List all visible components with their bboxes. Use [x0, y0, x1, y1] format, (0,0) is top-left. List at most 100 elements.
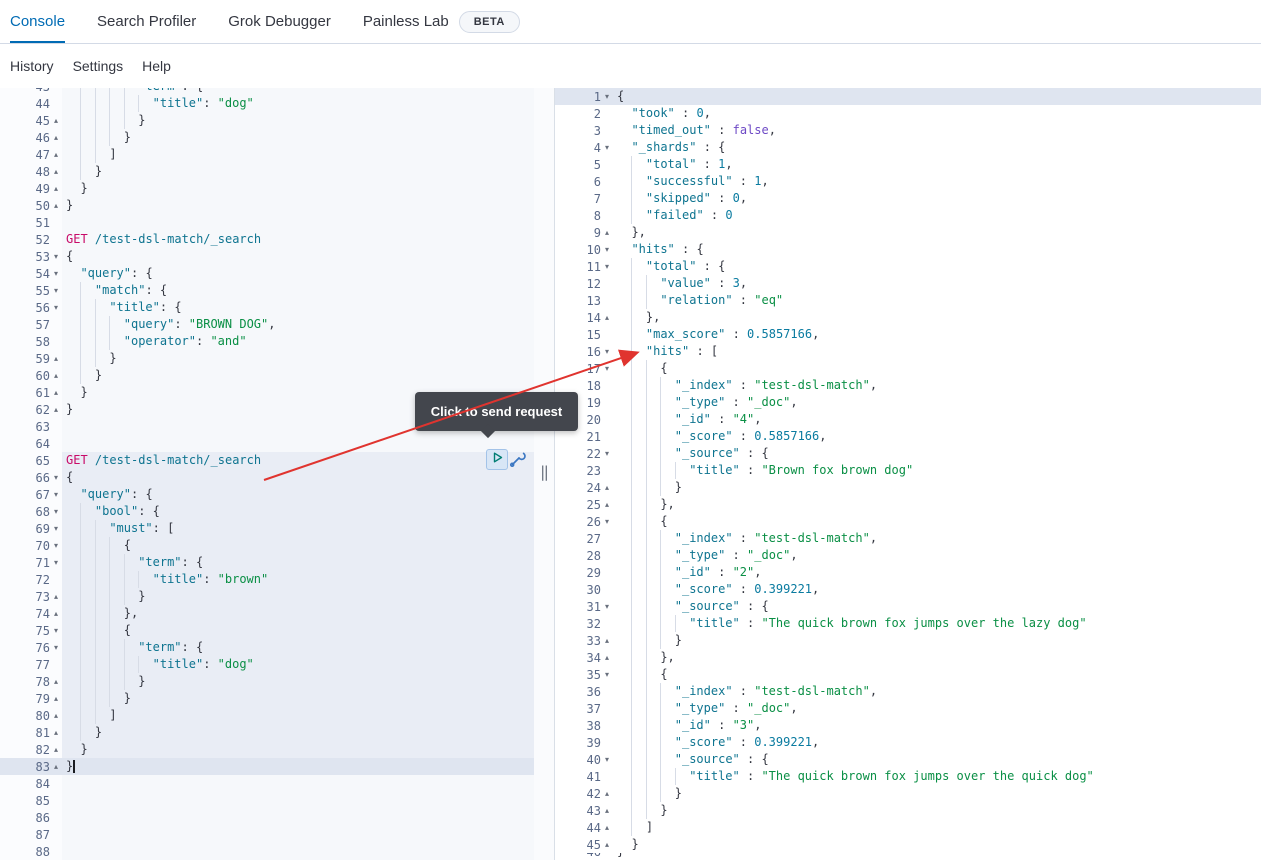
fold-open-icon[interactable]: ▾ [601, 88, 613, 105]
editor-line[interactable]: 67▾"query": { [0, 486, 554, 503]
response-line[interactable]: 3"timed_out" : false, [555, 122, 1261, 139]
editor-line[interactable]: 84 [0, 775, 554, 792]
response-line[interactable]: 4▾"_shards" : { [555, 139, 1261, 156]
fold-open-icon[interactable]: ▾ [601, 360, 613, 377]
editor-line[interactable]: 73▴} [0, 588, 554, 605]
editor-line[interactable]: 49▴} [0, 180, 554, 197]
fold-close-icon[interactable]: ▴ [50, 758, 62, 775]
fold-close-icon[interactable]: ▴ [601, 785, 613, 802]
editor-line[interactable]: 58"operator": "and" [0, 333, 554, 350]
editor-line[interactable]: 53▾{ [0, 248, 554, 265]
response-line[interactable]: 11▾"total" : { [555, 258, 1261, 275]
response-line[interactable]: 26▾{ [555, 513, 1261, 530]
fold-close-icon[interactable]: ▴ [50, 724, 62, 741]
send-request-button[interactable] [486, 449, 508, 470]
response-line[interactable]: 32"title" : "The quick brown fox jumps o… [555, 615, 1261, 632]
editor-line[interactable]: 65GET /test-dsl-match/_search [0, 452, 554, 469]
editor-line[interactable]: 86 [0, 809, 554, 826]
fold-open-icon[interactable]: ▾ [50, 299, 62, 316]
editor-line[interactable]: 78▴} [0, 673, 554, 690]
fold-close-icon[interactable]: ▴ [50, 673, 62, 690]
editor-line[interactable]: 44"title": "dog" [0, 95, 554, 112]
response-line[interactable]: 46} [555, 853, 1261, 860]
editor-line[interactable]: 79▴} [0, 690, 554, 707]
fold-open-icon[interactable]: ▾ [601, 343, 613, 360]
response-line[interactable]: 28"_type" : "_doc", [555, 547, 1261, 564]
editor-line[interactable]: 72"title": "brown" [0, 571, 554, 588]
fold-close-icon[interactable]: ▴ [50, 707, 62, 724]
response-line[interactable]: 17▾{ [555, 360, 1261, 377]
fold-close-icon[interactable]: ▴ [601, 649, 613, 666]
response-line[interactable]: 14▴}, [555, 309, 1261, 326]
editor-line[interactable]: 66▾{ [0, 469, 554, 486]
editor-line[interactable]: 85 [0, 792, 554, 809]
editor-line[interactable]: 52GET /test-dsl-match/_search [0, 231, 554, 248]
editor-line[interactable]: 83▴} [0, 758, 554, 775]
response-line[interactable]: 12"value" : 3, [555, 275, 1261, 292]
fold-close-icon[interactable]: ▴ [601, 479, 613, 496]
request-editor[interactable]: 43"term": { 44"title": "dog"45▴}46▴}47▴]… [0, 88, 555, 860]
fold-open-icon[interactable]: ▾ [601, 445, 613, 462]
editor-line[interactable]: 60▴} [0, 367, 554, 384]
editor-line[interactable]: 76▾"term": { [0, 639, 554, 656]
fold-open-icon[interactable]: ▾ [50, 248, 62, 265]
fold-close-icon[interactable]: ▴ [601, 836, 613, 853]
response-line[interactable]: 38"_id" : "3", [555, 717, 1261, 734]
response-line[interactable]: 24▴} [555, 479, 1261, 496]
editor-line[interactable]: 75▾{ [0, 622, 554, 639]
response-line[interactable]: 7"skipped" : 0, [555, 190, 1261, 207]
response-line[interactable]: 8"failed" : 0 [555, 207, 1261, 224]
fold-open-icon[interactable]: ▾ [50, 486, 62, 503]
editor-line[interactable]: 46▴} [0, 129, 554, 146]
fold-open-icon[interactable]: ▾ [50, 503, 62, 520]
fold-open-icon[interactable]: ▾ [601, 666, 613, 683]
editor-line[interactable]: 48▴} [0, 163, 554, 180]
editor-line[interactable]: 47▴] [0, 146, 554, 163]
menu-help[interactable]: Help [142, 58, 171, 74]
fold-close-icon[interactable]: ▴ [50, 401, 62, 418]
response-line[interactable]: 1▾{ [555, 88, 1261, 105]
response-line[interactable]: 15"max_score" : 0.5857166, [555, 326, 1261, 343]
fold-close-icon[interactable]: ▴ [601, 632, 613, 649]
fold-close-icon[interactable]: ▴ [50, 588, 62, 605]
response-line[interactable]: 42▴} [555, 785, 1261, 802]
fold-close-icon[interactable]: ▴ [50, 129, 62, 146]
fold-close-icon[interactable]: ▴ [50, 741, 62, 758]
fold-close-icon[interactable]: ▴ [50, 367, 62, 384]
fold-open-icon[interactable]: ▾ [50, 639, 62, 656]
fold-open-icon[interactable]: ▾ [50, 469, 62, 486]
tab-grok-debugger[interactable]: Grok Debugger [228, 0, 331, 43]
fold-close-icon[interactable]: ▴ [50, 384, 62, 401]
response-line[interactable]: 19"_type" : "_doc", [555, 394, 1261, 411]
response-line[interactable]: 43▴} [555, 802, 1261, 819]
fold-close-icon[interactable]: ▴ [601, 224, 613, 241]
fold-open-icon[interactable]: ▾ [50, 537, 62, 554]
response-line[interactable]: 25▴}, [555, 496, 1261, 513]
editor-line[interactable]: 88 [0, 843, 554, 860]
fold-open-icon[interactable]: ▾ [50, 282, 62, 299]
fold-open-icon[interactable]: ▾ [50, 554, 62, 571]
response-line[interactable]: 41"title" : "The quick brown fox jumps o… [555, 768, 1261, 785]
response-line[interactable]: 40▾"_source" : { [555, 751, 1261, 768]
fold-open-icon[interactable]: ▾ [601, 751, 613, 768]
response-line[interactable]: 21"_score" : 0.5857166, [555, 428, 1261, 445]
fold-open-icon[interactable]: ▾ [601, 598, 613, 615]
editor-line[interactable]: 68▾"bool": { [0, 503, 554, 520]
fold-close-icon[interactable]: ▴ [601, 496, 613, 513]
response-line[interactable]: 33▴} [555, 632, 1261, 649]
fold-close-icon[interactable]: ▴ [50, 605, 62, 622]
fold-close-icon[interactable]: ▴ [50, 163, 62, 180]
response-line[interactable]: 35▾{ [555, 666, 1261, 683]
editor-line[interactable]: 70▾{ [0, 537, 554, 554]
fold-open-icon[interactable]: ▾ [601, 139, 613, 156]
editor-line[interactable]: 87 [0, 826, 554, 843]
editor-line[interactable]: 50▴} [0, 197, 554, 214]
menu-history[interactable]: History [10, 58, 54, 74]
editor-line[interactable]: 57"query": "BROWN DOG", [0, 316, 554, 333]
response-line[interactable]: 6"successful" : 1, [555, 173, 1261, 190]
editor-line[interactable]: 45▴} [0, 112, 554, 129]
editor-line[interactable]: 81▴} [0, 724, 554, 741]
fold-close-icon[interactable]: ▴ [50, 690, 62, 707]
editor-line[interactable]: 80▴] [0, 707, 554, 724]
response-line[interactable]: 20"_id" : "4", [555, 411, 1261, 428]
